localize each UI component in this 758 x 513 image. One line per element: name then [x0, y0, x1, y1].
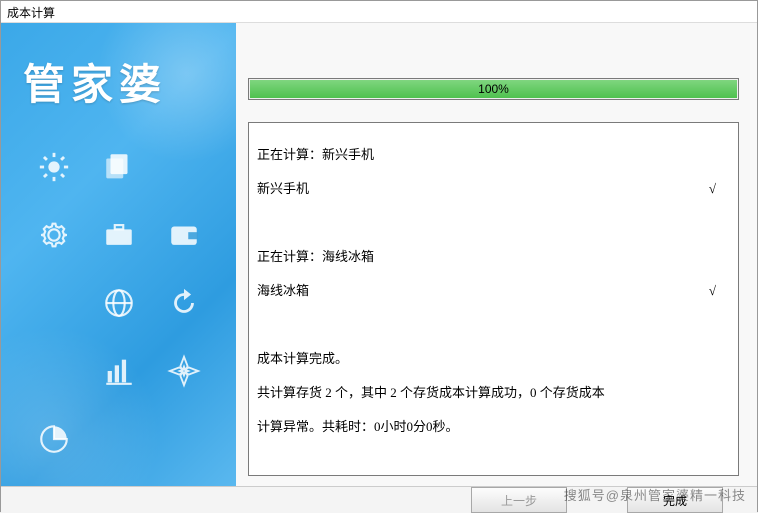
progress-bar: 100% — [248, 78, 739, 100]
wizard-footer: 上一步 完成 — [1, 486, 757, 513]
sidebar-icon-grid — [1, 147, 236, 459]
log-line: 共计算存货 2 个，其中 2 个存货成本计算成功，0 个存货成本 — [257, 384, 730, 401]
check-icon: √ — [709, 282, 730, 299]
star-icon — [161, 351, 206, 391]
placeholder3-icon — [31, 351, 76, 391]
files-icon — [96, 147, 141, 187]
window-titlebar: 成本计算 — [1, 1, 757, 23]
sidebar-banner: 管家婆 — [1, 23, 236, 486]
placeholder2-icon — [31, 283, 76, 323]
sun-icon — [31, 147, 76, 187]
progress-label: 100% — [249, 79, 738, 99]
check-icon: √ — [709, 180, 730, 197]
wallet-icon — [161, 215, 206, 255]
prev-button[interactable]: 上一步 — [471, 487, 567, 513]
log-line: 正在计算：海线冰箱 — [257, 248, 730, 265]
gear-icon — [31, 215, 76, 255]
window-body: 管家婆 100% 正在计算：新兴手机 — [1, 23, 757, 486]
log-output[interactable]: 正在计算：新兴手机 新兴手机√ 正在计算：海线冰箱 海线冰箱√ 成本计算完成。 … — [248, 122, 739, 476]
finish-button[interactable]: 完成 — [627, 487, 723, 513]
log-line: 正在计算：新兴手机 — [257, 146, 730, 163]
brand-logo: 管家婆 — [1, 23, 236, 112]
cost-calculation-window: 成本计算 管家婆 100% — [0, 0, 758, 512]
log-line: 计算异常。共耗时：0小时0分0秒。 — [257, 418, 730, 435]
briefcase-icon — [96, 215, 141, 255]
log-line: 成本计算完成。 — [257, 350, 730, 367]
window-title: 成本计算 — [7, 6, 55, 20]
log-line: 新兴手机√ — [257, 180, 730, 197]
main-panel: 100% 正在计算：新兴手机 新兴手机√ 正在计算：海线冰箱 海线冰箱√ 成本计… — [236, 23, 757, 486]
log-line: 海线冰箱√ — [257, 282, 730, 299]
undo-icon — [161, 283, 206, 323]
globe-icon — [96, 283, 141, 323]
pie-chart-icon — [31, 419, 76, 459]
placeholder-icon — [161, 147, 206, 187]
bar-chart-icon — [96, 351, 141, 391]
